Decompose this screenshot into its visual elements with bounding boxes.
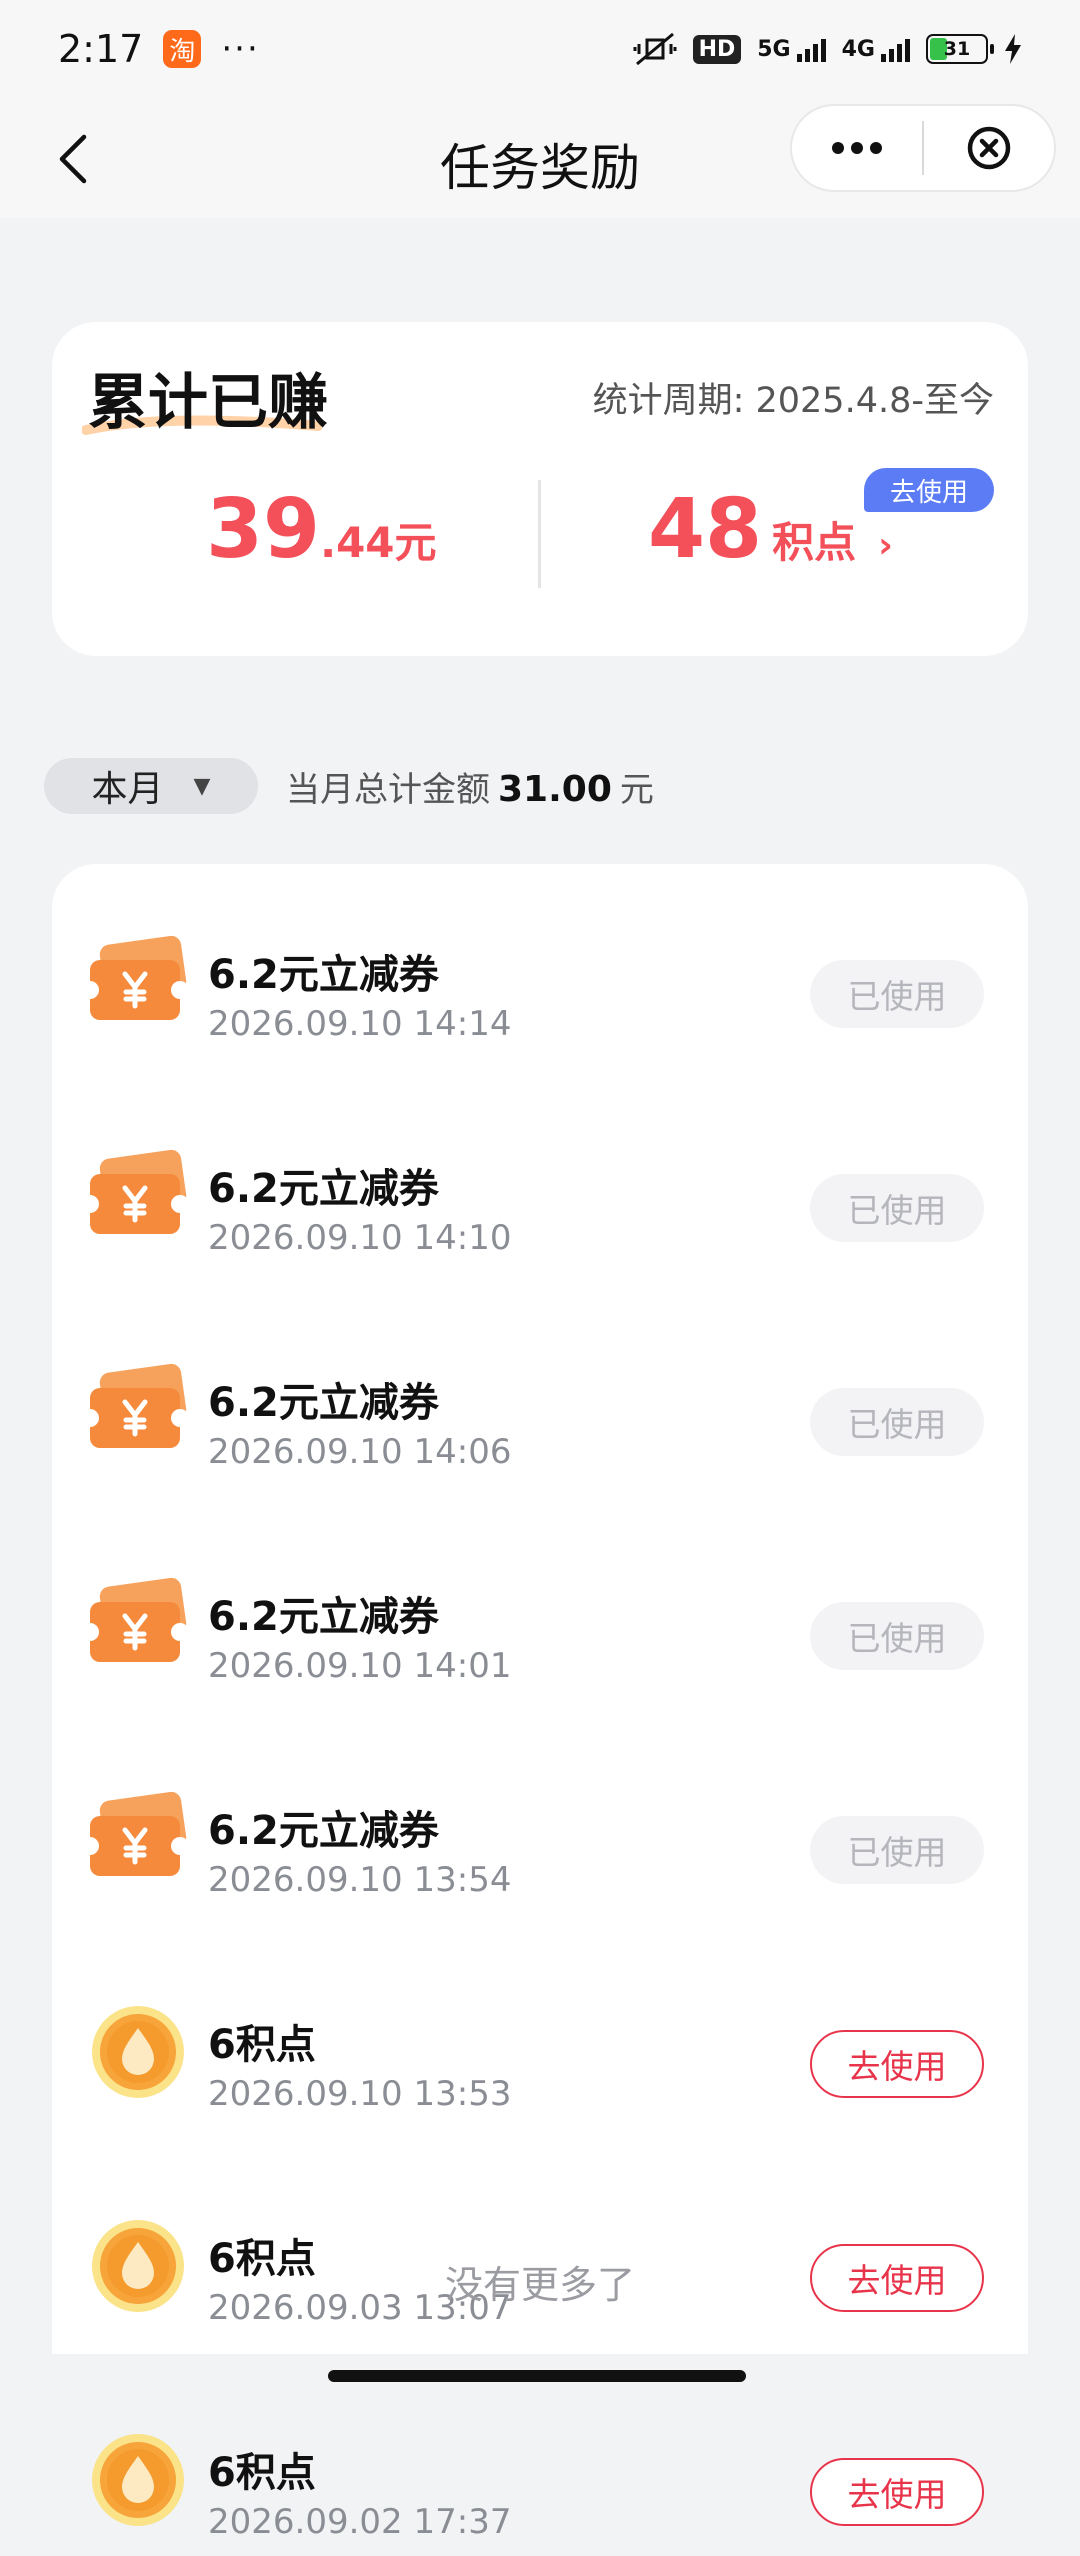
close-button[interactable] bbox=[924, 106, 1054, 190]
more-dots-icon bbox=[832, 142, 882, 154]
dropdown-triangle-icon: ▼ bbox=[193, 773, 211, 799]
charging-bolt-icon bbox=[1005, 34, 1021, 64]
list-item: 6.2元立减券 2026.09.10 13:54 已使用 bbox=[52, 1750, 1028, 1914]
points-unit: 积点 bbox=[772, 518, 857, 567]
coupon-icon bbox=[81, 1362, 192, 1458]
reward-list: 6.2元立减券 2026.09.10 14:14 已使用 6.2元立减券 2026.09… bbox=[52, 864, 1028, 2542]
used-status-button: 已使用 bbox=[810, 1388, 984, 1456]
mini-program-capsule bbox=[790, 104, 1056, 192]
chevron-left-icon bbox=[59, 134, 87, 184]
points-value: 48 bbox=[648, 482, 763, 577]
earnings-summary-card: 累计已赚 统计周期: 2025.4.8-至今 39.44元 48 积点 › 去使… bbox=[52, 322, 1028, 656]
signal-5g-icon: 5G bbox=[757, 36, 826, 62]
coupon-icon bbox=[81, 934, 192, 1030]
coupon-icon bbox=[81, 1148, 192, 1244]
cash-earned: 39.44元 bbox=[206, 482, 437, 577]
signal-4g-icon: 4G bbox=[842, 37, 910, 62]
battery-icon: 31 bbox=[926, 34, 994, 64]
summary-title: 累计已赚 bbox=[88, 368, 328, 438]
item-timestamp: 2026.09.10 14:10 bbox=[208, 1218, 512, 1258]
list-item: 6.2元立减券 2026.09.10 14:01 已使用 bbox=[52, 1536, 1028, 1700]
month-dropdown-label: 本月 bbox=[91, 769, 164, 810]
cash-unit: 元 bbox=[394, 518, 437, 567]
hd-voice-icon: HD bbox=[692, 34, 742, 64]
item-title: 6.2元立减券 bbox=[208, 1808, 439, 1854]
points-earned-link[interactable]: 48 积点 › bbox=[648, 482, 893, 577]
month-total-value: 31.00 bbox=[498, 768, 612, 810]
item-title: 6.2元立减券 bbox=[208, 1166, 439, 1212]
list-item: 6.2元立减券 2026.09.10 14:14 已使用 bbox=[52, 894, 1028, 1058]
notification-more-icon: ··· bbox=[221, 29, 260, 69]
signal-5g-label: 5G bbox=[757, 36, 791, 62]
close-circle-icon bbox=[967, 126, 1011, 170]
used-status-button: 已使用 bbox=[810, 1816, 984, 1884]
use-button[interactable]: 去使用 bbox=[810, 2458, 984, 2526]
month-total: 当月总计金额 31.00 元 bbox=[286, 762, 654, 811]
item-timestamp: 2026.09.10 13:53 bbox=[208, 2074, 512, 2114]
battery-level: 31 bbox=[943, 38, 971, 60]
cash-decimal: .44 bbox=[320, 518, 395, 567]
item-title: 6积点 bbox=[208, 2450, 316, 2496]
use-points-badge[interactable]: 去使用 bbox=[864, 468, 994, 512]
list-item: 6.2元立减券 2026.09.10 14:06 已使用 bbox=[52, 1322, 1028, 1486]
coupon-icon bbox=[81, 1790, 192, 1886]
item-timestamp: 2026.09.10 14:14 bbox=[208, 1004, 512, 1044]
item-timestamp: 2026.09.10 14:01 bbox=[208, 1646, 512, 1686]
summary-divider bbox=[538, 480, 541, 588]
item-title: 6.2元立减券 bbox=[208, 952, 439, 998]
status-time: 2:17 bbox=[58, 27, 144, 71]
item-title: 6.2元立减券 bbox=[208, 1594, 439, 1640]
month-filter-row: 本月 ▼ 当月总计金额 31.00 元 bbox=[44, 758, 654, 814]
points-drop-icon bbox=[84, 2432, 192, 2528]
status-bar: 2:17 淘 ··· HD 5G 4G 31 bbox=[0, 0, 1080, 98]
item-timestamp: 2026.09.10 13:54 bbox=[208, 1860, 512, 1900]
item-timestamp: 2026.09.10 14:06 bbox=[208, 1432, 512, 1472]
no-more-text: 没有更多了 bbox=[444, 2263, 635, 2307]
taobao-app-icon: 淘 bbox=[163, 30, 202, 68]
list-item: 6积点 2026.09.02 17:37 去使用 bbox=[52, 2392, 1028, 2556]
month-dropdown[interactable]: 本月 ▼ bbox=[44, 758, 258, 814]
use-button[interactable]: 去使用 bbox=[810, 2030, 984, 2098]
signal-4g-label: 4G bbox=[841, 36, 875, 62]
chevron-right-icon: › bbox=[878, 525, 893, 566]
month-total-unit: 元 bbox=[619, 769, 654, 810]
coupon-icon bbox=[81, 1576, 192, 1672]
cash-integer: 39 bbox=[206, 482, 321, 577]
more-button[interactable] bbox=[792, 106, 922, 190]
item-title: 6.2元立减券 bbox=[208, 1380, 439, 1426]
month-total-label: 当月总计金额 bbox=[286, 769, 490, 810]
back-button[interactable] bbox=[38, 124, 108, 194]
stat-period: 统计周期: 2025.4.8-至今 bbox=[592, 381, 994, 421]
item-title: 6积点 bbox=[208, 2022, 316, 2068]
used-status-button: 已使用 bbox=[810, 1174, 984, 1242]
used-status-button: 已使用 bbox=[810, 960, 984, 1028]
points-drop-icon bbox=[84, 2004, 192, 2100]
mute-vibrate-icon bbox=[633, 32, 677, 66]
used-status-button: 已使用 bbox=[810, 1602, 984, 1670]
list-item: 6.2元立减券 2026.09.10 14:10 已使用 bbox=[52, 1108, 1028, 1272]
item-timestamp: 2026.09.02 17:37 bbox=[208, 2502, 512, 2542]
home-indicator[interactable] bbox=[328, 2370, 746, 2382]
status-indicators: HD 5G 4G 31 bbox=[633, 30, 1022, 68]
list-item: 6积点 2026.09.10 13:53 去使用 bbox=[52, 1964, 1028, 2128]
